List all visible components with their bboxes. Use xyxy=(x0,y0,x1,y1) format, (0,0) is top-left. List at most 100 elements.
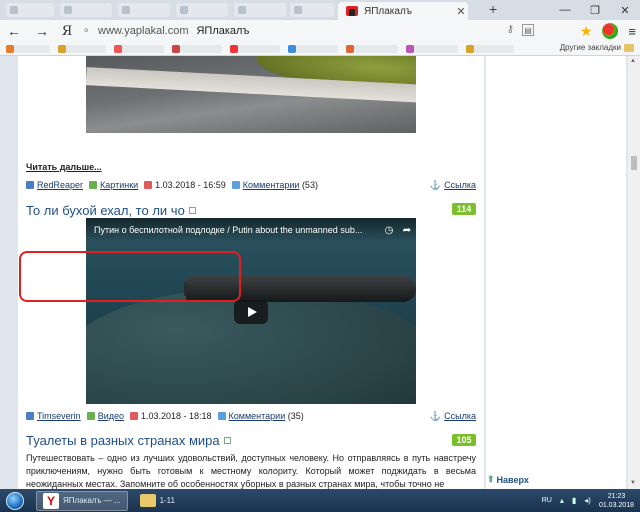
language-indicator[interactable]: RU xyxy=(542,497,552,504)
video-title[interactable]: Путин о беспилотной подлодке / Putin abo… xyxy=(94,225,380,235)
bookmark-item[interactable] xyxy=(172,45,222,53)
clock[interactable]: 21:23 01.03.2018 xyxy=(599,492,634,510)
tab-inactive[interactable] xyxy=(6,3,54,17)
red-annotation-box xyxy=(19,251,241,302)
author-link[interactable]: RedReaper xyxy=(37,180,83,190)
system-tray: RU ▴ ▮ ◂) 21:23 01.03.2018 xyxy=(542,492,640,510)
other-bookmarks[interactable]: Другие закладки xyxy=(560,43,634,52)
address-bar: ← → Я ⚬ www.yaplakal.com ЯПлакалъ ⚷ ▤ ★ … xyxy=(0,20,640,42)
permalink[interactable]: Ссылка xyxy=(444,411,476,421)
forward-button[interactable]: → xyxy=(28,20,56,42)
video-player[interactable]: Путин о беспилотной подлодке / Putin abo… xyxy=(86,218,416,404)
maximize-button[interactable]: ❐ xyxy=(580,0,610,20)
yaplakal-favicon-icon xyxy=(346,6,358,16)
new-tab-button[interactable]: + xyxy=(489,1,497,17)
post-title-link[interactable]: То ли бухой ехал, то ли чо xyxy=(26,203,196,218)
category-link[interactable]: Видео xyxy=(98,411,124,421)
vertical-scrollbar[interactable]: ▲ ▼ xyxy=(628,56,640,489)
tab-active[interactable]: ЯПлакалъ ✕ xyxy=(338,2,468,20)
play-button[interactable] xyxy=(234,300,268,324)
yandex-logo-icon[interactable]: Я xyxy=(56,24,78,39)
bookmark-item[interactable] xyxy=(6,45,50,53)
bookmark-item[interactable] xyxy=(288,45,338,53)
user-icon xyxy=(26,412,34,420)
tab-favicon xyxy=(64,6,72,14)
menu-icon[interactable]: ≡ xyxy=(628,24,636,39)
anchor-icon: ⚓ xyxy=(429,410,442,421)
reader-mode-icon[interactable]: ▤ xyxy=(522,24,534,36)
start-button[interactable] xyxy=(0,489,30,512)
bookmark-item[interactable] xyxy=(406,45,458,53)
up-arrow-icon: ⬆ xyxy=(487,474,495,484)
tab-favicon xyxy=(10,6,18,14)
post-title-text: То ли бухой ехал, то ли чо xyxy=(26,203,185,218)
back-button[interactable]: ← xyxy=(0,20,28,42)
tab-title: ЯПлакалъ xyxy=(364,5,413,17)
open-external-icon[interactable] xyxy=(223,437,231,444)
tray-arrow-icon[interactable]: ▴ xyxy=(560,496,564,505)
user-icon xyxy=(26,181,34,189)
bookmark-item[interactable] xyxy=(58,45,106,53)
anchor-icon: ⚓ xyxy=(429,179,442,190)
key-icon[interactable]: ⚷ xyxy=(507,24,514,36)
scroll-up-icon[interactable]: ▲ xyxy=(630,58,636,64)
bookmark-item[interactable] xyxy=(114,45,164,53)
comments-icon xyxy=(217,412,226,420)
comments-count: (53) xyxy=(301,180,318,190)
clock-date: 01.03.2018 xyxy=(598,501,634,509)
folder-icon xyxy=(139,494,156,507)
post-meta: RedReaper Картинки 1.03.2018 - 16:59 Ком… xyxy=(26,179,476,191)
minimize-button[interactable]: — xyxy=(550,0,580,20)
scroll-down-icon[interactable]: ▼ xyxy=(630,480,636,486)
taskbar-item-folder[interactable]: 1-11 xyxy=(134,491,181,511)
share-icon[interactable]: ➦ xyxy=(398,225,416,236)
right-sidebar xyxy=(486,56,626,489)
bookmark-item[interactable] xyxy=(346,45,398,53)
tab-inactive[interactable] xyxy=(60,3,112,17)
tab-favicon xyxy=(294,6,302,14)
category-arrow-icon xyxy=(86,412,95,420)
tab-inactive[interactable] xyxy=(290,3,334,17)
site-info-icon[interactable]: ⚬ xyxy=(82,26,94,37)
open-external-icon[interactable] xyxy=(188,207,196,214)
tab-inactive[interactable] xyxy=(176,3,228,17)
scrollbar-thumb[interactable] xyxy=(631,156,637,170)
comments-icon xyxy=(231,181,240,189)
read-more-link[interactable]: Читать дальше... xyxy=(26,162,102,172)
folder-icon xyxy=(624,43,634,52)
tab-inactive[interactable] xyxy=(118,3,170,17)
tab-favicon xyxy=(122,6,130,14)
url-page-title: ЯПлакалъ xyxy=(196,25,250,37)
tab-strip: ЯПлакалъ ✕ + — ❐ ✕ xyxy=(0,0,640,20)
extension-icon[interactable] xyxy=(602,23,619,39)
tab-favicon xyxy=(180,6,188,14)
close-tab-icon[interactable]: ✕ xyxy=(454,5,468,18)
author-link[interactable]: Timseverin xyxy=(37,411,81,421)
network-icon[interactable]: ▮ xyxy=(572,496,576,505)
post-excerpt: Путешествовать – одно из лучших удовольс… xyxy=(26,453,476,489)
close-window-button[interactable]: ✕ xyxy=(610,0,640,20)
comments-count: (35) xyxy=(287,411,304,421)
permalink[interactable]: Ссылка xyxy=(444,180,476,190)
taskbar-item-label: 1-11 xyxy=(159,496,175,505)
bookmark-item[interactable] xyxy=(466,45,514,53)
post-score-badge: 105 xyxy=(452,434,476,446)
comments-link[interactable]: Комментарии xyxy=(229,411,286,421)
comments-link[interactable]: Комментарии xyxy=(243,180,300,190)
volume-icon[interactable]: ◂) xyxy=(584,496,591,505)
back-to-top-link[interactable]: ⬆ Наверх xyxy=(487,474,529,485)
tab-inactive[interactable] xyxy=(234,3,286,17)
bookmark-item[interactable] xyxy=(230,45,280,53)
calendar-icon xyxy=(144,181,153,189)
yandex-browser-icon: Y xyxy=(43,492,59,509)
calendar-icon xyxy=(129,412,138,420)
watch-later-icon[interactable]: ◷ xyxy=(380,225,398,236)
url-field[interactable]: ⚬ www.yaplakal.com ЯПлакалъ ⚷ ▤ xyxy=(78,21,538,41)
bookmarks-bar: Другие закладки xyxy=(0,42,640,56)
category-link[interactable]: Картинки xyxy=(100,180,138,190)
post-title-link[interactable]: Туалеты в разных странах мира xyxy=(26,433,231,448)
bookmark-star-icon[interactable]: ★ xyxy=(580,24,593,38)
post-title-text: Туалеты в разных странах мира xyxy=(26,433,220,448)
taskbar-item-browser[interactable]: Y ЯПлакалъ — ... xyxy=(36,490,128,511)
post-image[interactable] xyxy=(86,56,416,133)
